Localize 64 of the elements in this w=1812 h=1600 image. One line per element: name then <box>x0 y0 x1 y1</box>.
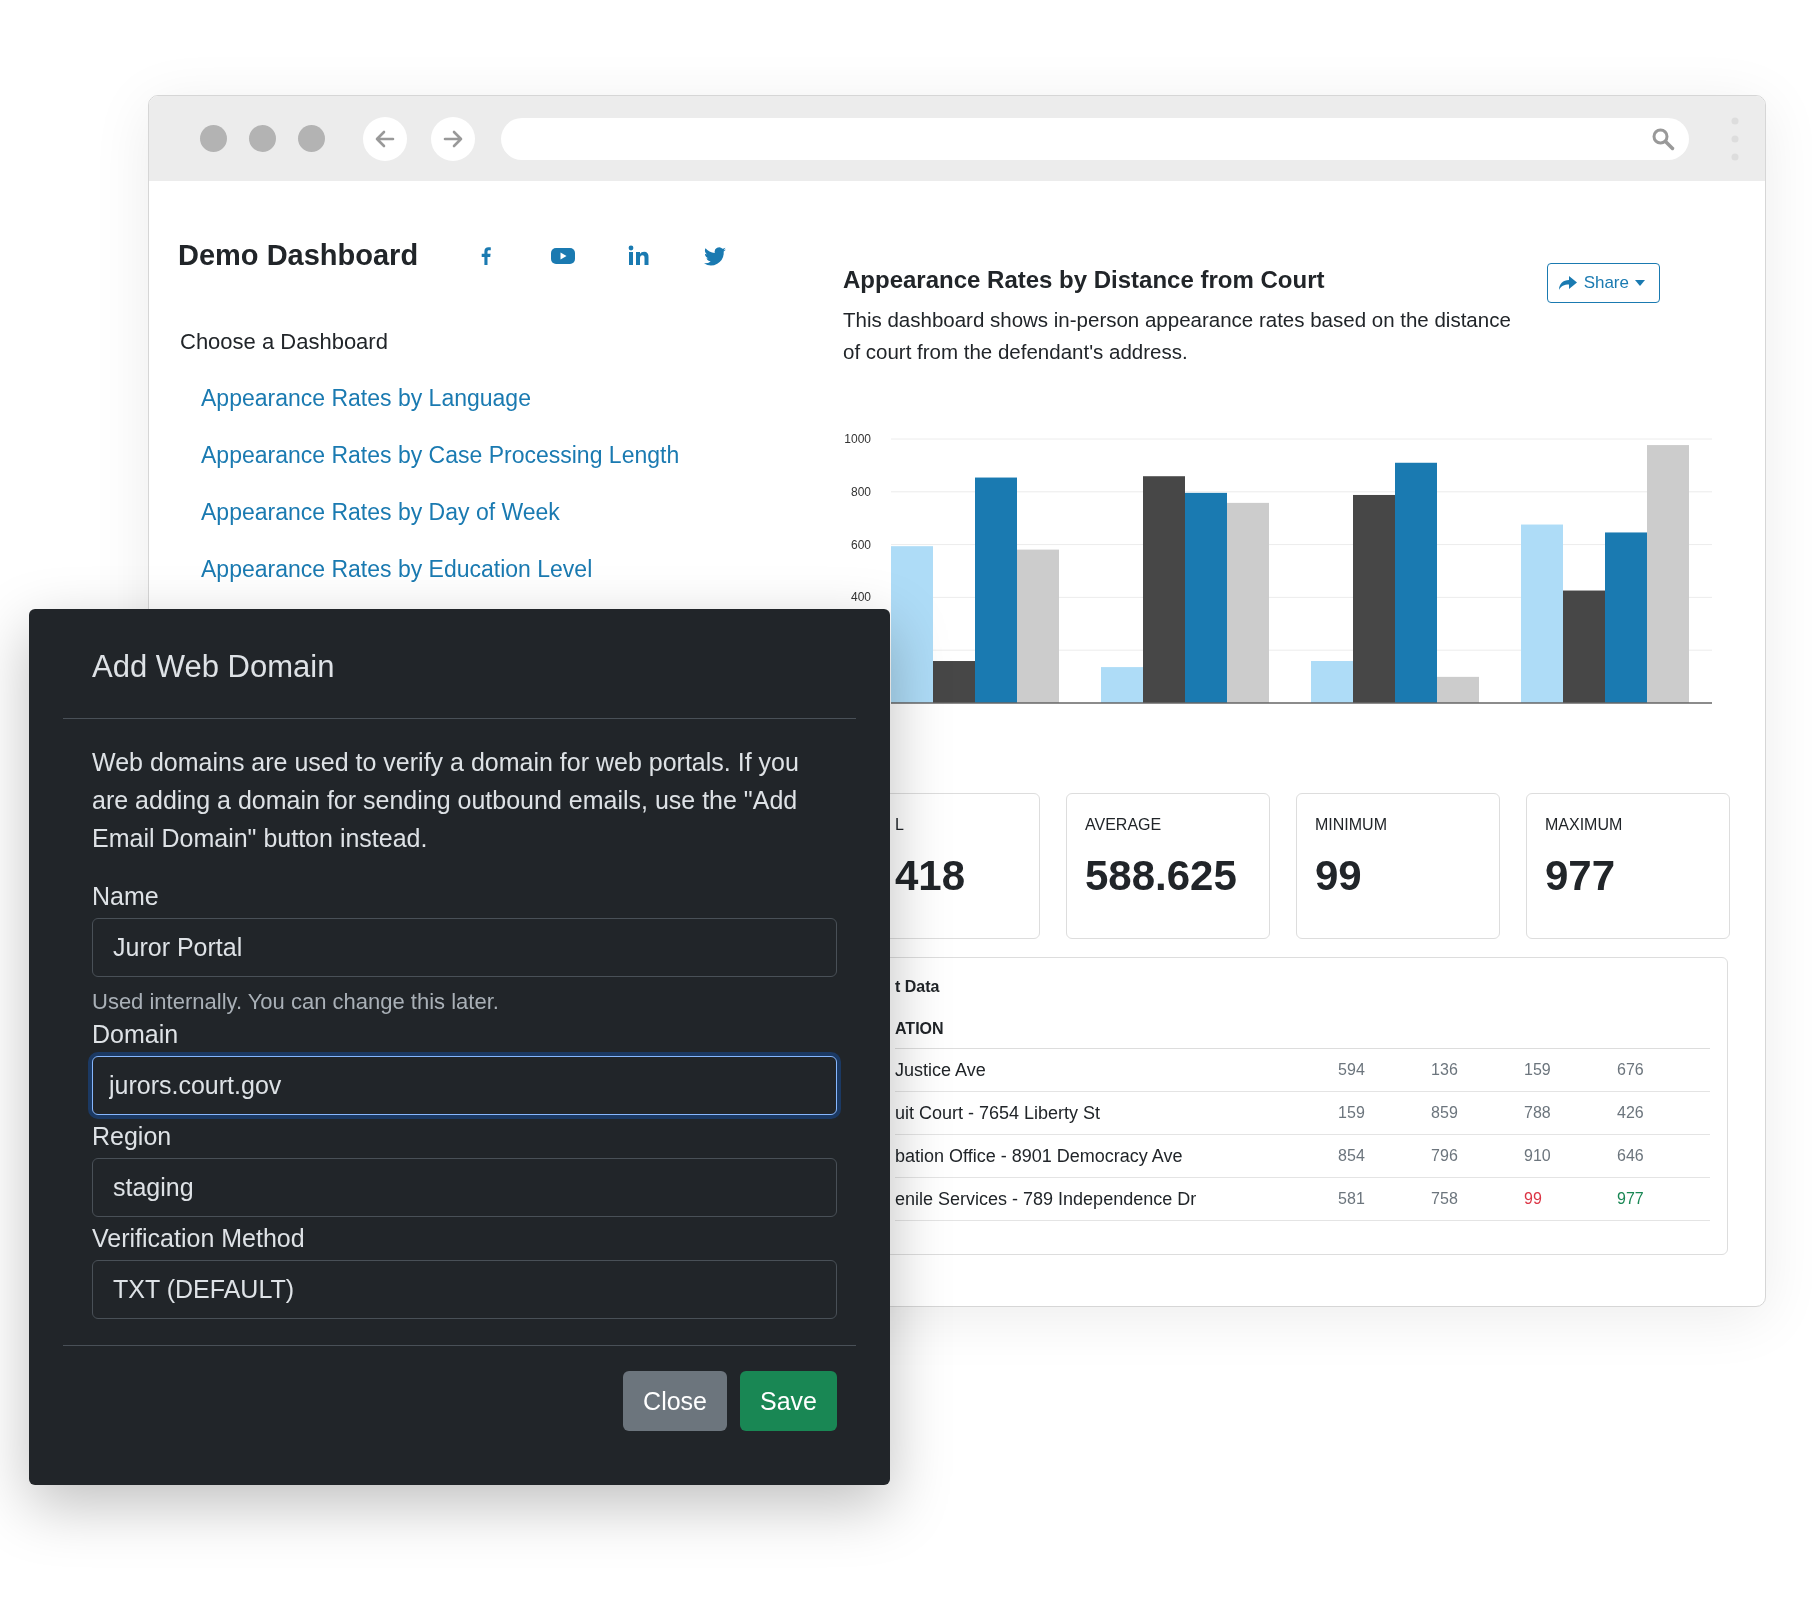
field-label: Region <box>92 1121 173 1151</box>
section-heading: Choose a Dashboard <box>180 329 389 355</box>
table-cell-text: 859 <box>1431 1104 1459 1122</box>
axis-label: 1000 <box>844 432 871 446</box>
stat-label: L <box>895 816 905 834</box>
stat-label: MAXIMUM <box>1545 816 1624 834</box>
input-field[interactable]: staging <box>92 1158 837 1217</box>
dashboard-title: Demo Dashboard <box>178 239 419 272</box>
window-dot-icon[interactable] <box>249 125 276 152</box>
field-label: Domain <box>92 1019 180 1049</box>
close-button[interactable]: Close <box>623 1371 727 1431</box>
table-cell-text: 910 <box>1524 1147 1552 1165</box>
column-header: ATION <box>895 1020 944 1037</box>
axis-label: 600 <box>850 537 871 552</box>
stat-value: 99 <box>1315 852 1363 900</box>
caret-icon <box>1635 280 1645 286</box>
dashboard-heading: Appearance Rates by Distance from Court <box>843 266 1326 294</box>
table-cell-text: 581 <box>1338 1190 1366 1208</box>
stat-label: MINIMUM <box>1315 816 1388 834</box>
table-cell-text: 854 <box>1338 1147 1366 1165</box>
axis-label: 800 <box>850 484 871 499</box>
table-cell-text: 788 <box>1524 1104 1552 1122</box>
table-cell-text: 646 <box>1617 1147 1645 1165</box>
table-cell-text: 796 <box>1431 1147 1459 1165</box>
dashboard-link[interactable]: Appearance Rates by Language <box>201 385 531 412</box>
table-title: t Data <box>895 978 941 996</box>
table-cell-text: 99 <box>1524 1190 1543 1208</box>
stat-value: 418 <box>895 852 967 900</box>
stat-value: 588.625 <box>1085 852 1238 900</box>
forward-button[interactable] <box>431 116 475 161</box>
table-cell-text: Justice Ave <box>895 1059 987 1081</box>
table-cell-text: 594 <box>1338 1061 1366 1079</box>
table-cell-text: 426 <box>1617 1104 1645 1122</box>
table-cell-text: 758 <box>1431 1190 1459 1208</box>
input-field[interactable]: Juror Portal <box>92 918 837 977</box>
input-field[interactable]: TXT (DEFAULT) <box>92 1260 837 1319</box>
dashboard-link[interactable]: Appearance Rates by Case Processing Length <box>201 442 680 469</box>
axis-label: 400 <box>850 590 871 605</box>
input-field[interactable]: jurors.court.gov <box>92 1056 837 1115</box>
table-cell-text: bation Office - 8901 Democracy Ave <box>895 1145 1184 1167</box>
table-cell-text: 159 <box>1338 1104 1366 1122</box>
stat-label: AVERAGE <box>1085 816 1163 834</box>
field-label: Verification Method <box>92 1223 306 1253</box>
search-icon <box>1651 126 1675 151</box>
field-label: Name <box>92 881 160 911</box>
table-cell-text: 977 <box>1617 1190 1645 1208</box>
modal-title: Add Web Domain <box>92 649 336 685</box>
back-button[interactable] <box>363 116 407 161</box>
dashboard-link[interactable]: Appearance Rates by Education Level <box>201 556 593 583</box>
window-dot-icon[interactable] <box>200 125 227 152</box>
stat-value: 977 <box>1545 852 1617 900</box>
table-cell-text: 136 <box>1431 1061 1459 1079</box>
help-text: Used internally. You can change this later. <box>92 989 500 1015</box>
share-arrow-icon <box>1557 275 1578 291</box>
modal-description: Web domains are used to verify a domain for web portals. If you are adding a domain for sending outbound emails, use the "Add Email Domain" button instead. <box>92 747 800 854</box>
save-button[interactable]: Save <box>740 1371 837 1431</box>
share-button[interactable]: Share <box>1546 263 1660 303</box>
window-dot-icon[interactable] <box>298 125 325 152</box>
table-cell-text: enile Services - 789 Independence Dr <box>895 1188 1198 1210</box>
table-cell-text: 676 <box>1617 1061 1645 1079</box>
table-cell-text: uit Court - 7654 Liberty St <box>895 1102 1102 1124</box>
table-cell-text: 159 <box>1524 1061 1552 1079</box>
dashboard-link[interactable]: Appearance Rates by Day of Week <box>201 499 560 526</box>
dashboard-description: This dashboard shows in-person appearance rates based on the distance of court from the defendant's address. <box>843 307 1512 365</box>
